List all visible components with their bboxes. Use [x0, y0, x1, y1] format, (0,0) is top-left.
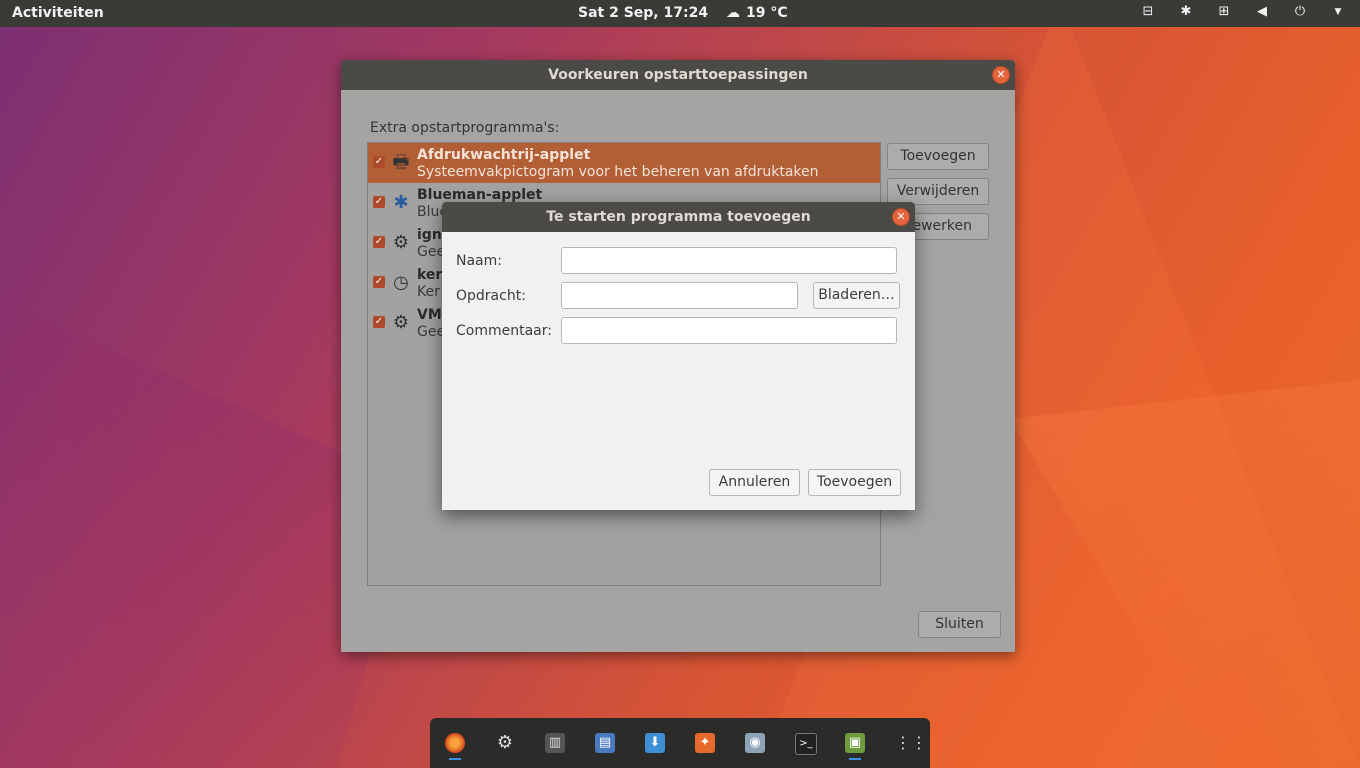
weather-indicator[interactable]: ☁ 19 °C: [726, 5, 788, 21]
window-title: Voorkeuren opstarttoepassingen: [548, 67, 808, 83]
activities-button[interactable]: Activiteiten: [12, 5, 104, 21]
add-button[interactable]: Toevoegen: [887, 143, 989, 170]
bluetooth-icon: ✱: [393, 192, 409, 213]
command-field[interactable]: [561, 282, 798, 309]
weather-temp: 19 °C: [746, 5, 788, 21]
ubuntu-software-icon[interactable]: ✦: [695, 733, 715, 753]
browse-button[interactable]: Bladeren…: [813, 282, 900, 309]
list-item[interactable]: ✓ 🖶 Afdrukwachtrij-applet Systeemvakpict…: [368, 143, 880, 183]
top-bar: Activiteiten Sat 2 Sep, 17:24 ☁ 19 °C ⊟ …: [0, 0, 1360, 27]
cloud-icon: ☁: [726, 5, 740, 21]
radio-icon[interactable]: ⊟: [1140, 4, 1156, 20]
item-name: Afdrukwachtrij-applet: [417, 147, 591, 163]
dock: ⚙ ▥ ▤ ⬇ ✦ ◉ >_ ▣ ⋮⋮: [430, 718, 930, 768]
firefox-icon[interactable]: [445, 733, 465, 753]
dialog-titlebar[interactable]: Te starten programma toevoegen ✕: [442, 202, 915, 232]
cancel-button[interactable]: Annuleren: [709, 469, 800, 496]
software-icon[interactable]: ⬇: [645, 733, 665, 753]
item-description: Systeemvakpictogram voor het beheren van…: [417, 164, 819, 180]
close-button[interactable]: Sluiten: [918, 611, 1001, 638]
active-indicator: [849, 758, 861, 760]
power-icon[interactable]: ⏻: [1292, 4, 1308, 20]
checkbox[interactable]: ✓: [373, 276, 385, 288]
checkbox[interactable]: ✓: [373, 156, 385, 168]
bluetooth-icon[interactable]: ✱: [1178, 4, 1194, 20]
dialog-title: Te starten programma toevoegen: [546, 209, 811, 225]
volume-icon[interactable]: ◀: [1254, 4, 1270, 20]
name-field[interactable]: [561, 247, 897, 274]
app-grid-icon[interactable]: ⋮⋮: [895, 733, 927, 753]
item-name: ign: [417, 227, 442, 243]
clock[interactable]: Sat 2 Sep, 17:24: [578, 5, 708, 21]
system-tray: ⊟ ✱ ⊞ ◀ ⏻ ▼: [1140, 4, 1346, 20]
checkbox[interactable]: ✓: [373, 196, 385, 208]
startup-apps-icon[interactable]: ▣: [845, 733, 865, 753]
files-icon[interactable]: ▤: [595, 733, 615, 753]
tweaks-icon[interactable]: ▥: [545, 733, 565, 753]
add-button[interactable]: Toevoegen: [808, 469, 901, 496]
item-name: VM: [417, 307, 442, 323]
item-description: Gee: [417, 244, 446, 260]
clock-icon: ◷: [393, 272, 409, 293]
wallpaper-ray: [1010, 380, 1360, 768]
settings-icon[interactable]: ⚙: [495, 733, 515, 753]
name-label: Naam:: [456, 253, 502, 269]
screenshot-icon[interactable]: ◉: [745, 733, 765, 753]
network-icon[interactable]: ⊞: [1216, 4, 1232, 20]
active-indicator: [449, 758, 461, 760]
comment-field[interactable]: [561, 317, 897, 344]
checkbox[interactable]: ✓: [373, 316, 385, 328]
printer-icon: 🖶: [392, 152, 410, 173]
item-name: ker: [417, 267, 443, 283]
remove-button[interactable]: Verwijderen: [887, 178, 989, 205]
comment-label: Commentaar:: [456, 323, 552, 339]
menu-arrow-icon[interactable]: ▼: [1330, 4, 1346, 20]
command-label: Opdracht:: [456, 288, 526, 304]
item-description: Gee: [417, 324, 446, 340]
gears-icon: ⚙: [392, 232, 410, 253]
item-description: Ker: [417, 284, 440, 300]
edit-button-label: ewerken: [912, 218, 972, 234]
gears-icon: ⚙: [392, 312, 410, 333]
window-titlebar[interactable]: Voorkeuren opstarttoepassingen ✕: [341, 60, 1015, 90]
terminal-icon[interactable]: >_: [795, 733, 817, 755]
close-icon[interactable]: ✕: [992, 66, 1010, 84]
item-name: Blueman-applet: [417, 187, 543, 203]
add-startup-program-dialog: Te starten programma toevoegen ✕ Naam: O…: [442, 202, 915, 510]
close-icon[interactable]: ✕: [892, 208, 910, 226]
list-label: Extra opstartprogramma's:: [370, 120, 560, 136]
checkbox[interactable]: ✓: [373, 236, 385, 248]
